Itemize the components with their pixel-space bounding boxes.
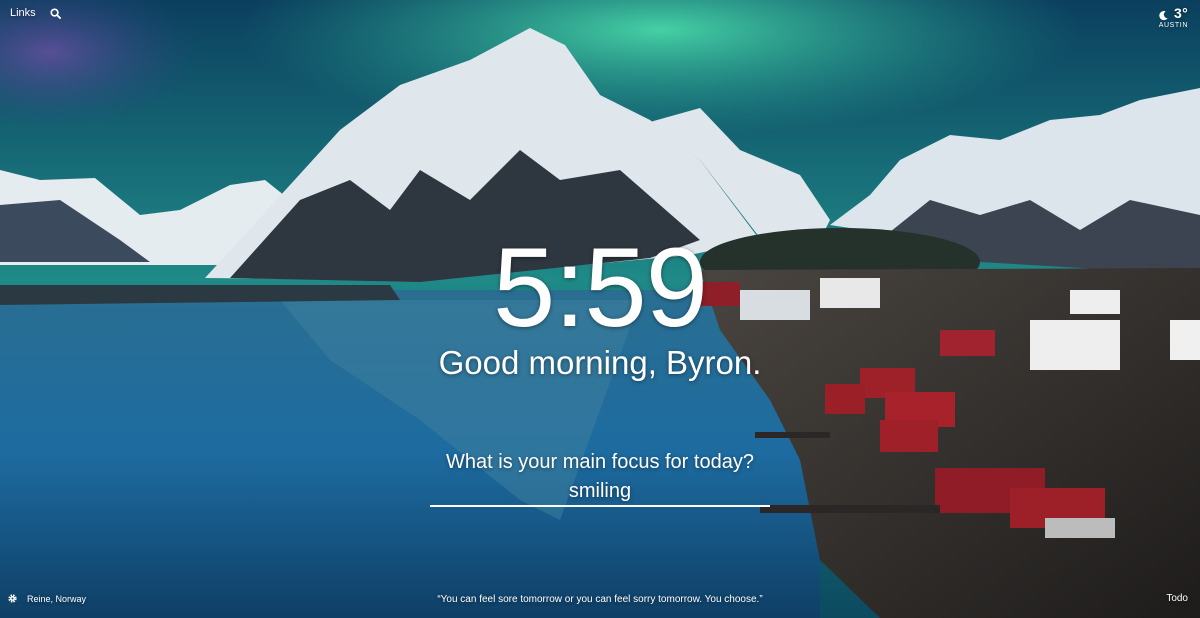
todo-button[interactable]: Todo	[1166, 593, 1188, 604]
temperature: 3°	[1174, 5, 1188, 21]
search-icon[interactable]	[50, 7, 61, 19]
focus-question: What is your main focus for today?	[446, 451, 754, 473]
weather-widget[interactable]: 3° AUSTIN	[1158, 5, 1188, 29]
moon-icon	[1158, 8, 1169, 20]
top-left-bar: Links	[10, 7, 61, 19]
clock: 5:59	[493, 225, 708, 350]
quote: “You can feel sore tomorrow or you can f…	[437, 594, 763, 605]
focus-input[interactable]	[430, 477, 770, 507]
weather-location: AUSTIN	[1158, 22, 1188, 29]
greeting: Good morning, Byron.	[438, 344, 762, 381]
links-button[interactable]: Links	[10, 7, 36, 19]
